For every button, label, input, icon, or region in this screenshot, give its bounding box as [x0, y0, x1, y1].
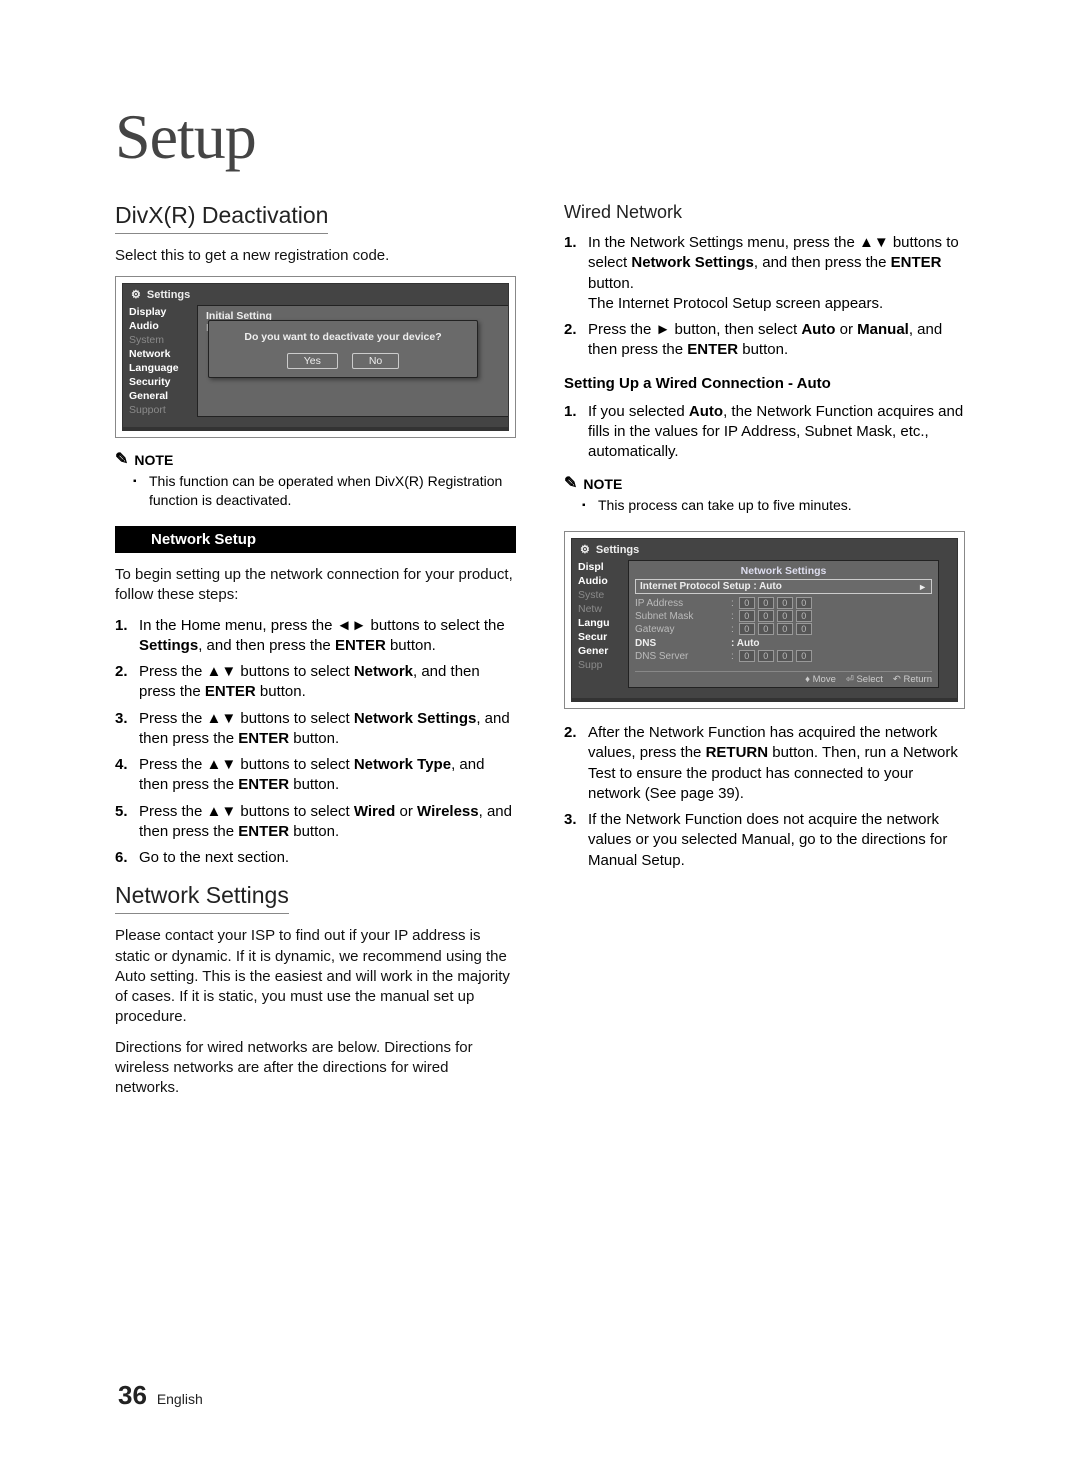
osd2-menu-general[interactable]: Gener [578, 644, 628, 658]
ns-intro: To begin setting up the network connecti… [115, 565, 516, 606]
left-column: DivX(R) Deactivation Select this to get … [115, 202, 516, 1108]
osd2-panel-title: Network Settings [635, 565, 932, 577]
step-item: 2.Press the ▲▼ buttons to select Network… [115, 662, 516, 703]
page-number: 36 [118, 1380, 147, 1410]
osd1-dialog-question: Do you want to deactivate your device? [217, 331, 469, 343]
step-item: 1.In the Network Settings menu, press th… [564, 233, 965, 314]
ip-octet-box[interactable]: 0 [739, 623, 755, 635]
osd1-dialog: Do you want to deactivate your device? Y… [208, 320, 478, 378]
osd2-menu-audio[interactable]: Audio [578, 574, 628, 588]
ip-octet-box[interactable]: 0 [796, 597, 812, 609]
section-network-setup: Network Setup [115, 526, 516, 553]
page-title: Setup [115, 100, 965, 174]
ip-octet-box[interactable]: 0 [758, 610, 774, 622]
osd2-menu-system[interactable]: Syste [578, 588, 628, 602]
osd2-menu-security[interactable]: Secur [578, 630, 628, 644]
page-footer: 36 English [118, 1380, 203, 1411]
osd-deactivate: ⚙ Settings Display Audio System Network … [115, 276, 516, 438]
step-item: 1.In the Home menu, press the ◄► buttons… [115, 616, 516, 657]
wired-steps-b: 2.After the Network Function has acquire… [564, 723, 965, 871]
wired-auto-step: 1.If you selected Auto, the Network Func… [564, 402, 965, 463]
gear-icon: ⚙ [580, 543, 590, 556]
osd2-menu: Displ Audio Syste Netw Langu Secur Gener… [572, 558, 628, 690]
ip-octet-box[interactable]: 0 [796, 623, 812, 635]
osd2-dns-val: : Auto [731, 638, 760, 649]
osd2-row: IP Address:0000 [635, 597, 932, 609]
osd2-foot-return: ↶ Return [893, 674, 932, 685]
osd2-panel: Network Settings Internet Protocol Setup… [628, 560, 939, 688]
osd2-dnsserver-label: DNS Server [635, 651, 731, 662]
ip-octet-box[interactable]: 0 [777, 597, 793, 609]
ip-octet-box[interactable]: 0 [758, 597, 774, 609]
note-2-item: This process can take up to five minutes… [598, 496, 965, 515]
wired-steps-a: 1.In the Network Settings menu, press th… [564, 233, 965, 361]
step-item: 3.Press the ▲▼ buttons to select Network… [115, 709, 516, 750]
osd2-title: Settings [596, 544, 639, 556]
gear-icon: ⚙ [131, 288, 141, 301]
step-item: 3.If the Network Function does not acqui… [564, 810, 965, 871]
osd1-menu-display[interactable]: Display [129, 305, 197, 319]
ns-p2: Directions for wired networks are below.… [115, 1038, 516, 1099]
step-item: 4.Press the ▲▼ buttons to select Network… [115, 755, 516, 796]
osd2-footer: ♦ Move ⏎ Select ↶ Return [635, 671, 932, 685]
step-item: 1.If you selected Auto, the Network Func… [564, 402, 965, 463]
osd2-dns-label: DNS [635, 638, 731, 649]
step-item: 2.After the Network Function has acquire… [564, 723, 965, 804]
osd1-menu-support[interactable]: Support [129, 403, 197, 417]
heading-wired: Wired Network [564, 202, 965, 223]
ip-octet-box[interactable]: 0 [758, 623, 774, 635]
note-2: ✎ NOTE This process can take up to five … [564, 476, 965, 515]
osd1-menu-network[interactable]: Network [129, 347, 197, 361]
osd2-foot-select: ⏎ Select [846, 674, 883, 685]
step-item: 2.Press the ► button, then select Auto o… [564, 320, 965, 361]
osd2-menu-support[interactable]: Supp [578, 658, 628, 672]
osd1-menu-language[interactable]: Language [129, 361, 197, 375]
osd2-ips-label: Internet Protocol Setup : Auto [640, 581, 782, 592]
heading-network-settings: Network Settings [115, 882, 289, 914]
osd2-dnsserver-boxes: : 0 0 0 0 [731, 650, 812, 662]
osd2-foot-move: ♦ Move [805, 674, 836, 685]
osd1-no-button[interactable]: No [352, 353, 399, 369]
ns-p1: Please contact your ISP to find out if y… [115, 926, 516, 1027]
osd2-row: Subnet Mask:0000 [635, 610, 932, 622]
osd1-menu-system[interactable]: System [129, 333, 197, 347]
right-column: Wired Network 1.In the Network Settings … [564, 202, 965, 1108]
network-setup-steps: 1.In the Home menu, press the ◄► buttons… [115, 616, 516, 869]
osd1-yes-button[interactable]: Yes [287, 353, 338, 369]
osd1-title: Settings [147, 289, 190, 301]
step-item: 5.Press the ▲▼ buttons to select Wired o… [115, 802, 516, 843]
ip-octet-box[interactable]: 0 [739, 610, 755, 622]
ip-octet-box[interactable]: 0 [777, 610, 793, 622]
note-label: NOTE [134, 452, 173, 468]
osd1-menu-security[interactable]: Security [129, 375, 197, 389]
osd2-row: Gateway:0000 [635, 623, 932, 635]
note-1: ✎ NOTE This function can be operated whe… [115, 452, 516, 510]
osd2-menu-network[interactable]: Netw [578, 602, 628, 616]
osd1-menu-audio[interactable]: Audio [129, 319, 197, 333]
heading-wired-auto: Setting Up a Wired Connection - Auto [564, 375, 965, 392]
ip-octet-box[interactable]: 0 [796, 610, 812, 622]
osd1-menu-general[interactable]: General [129, 389, 197, 403]
note-icon: ✎ [564, 476, 577, 492]
note-icon: ✎ [115, 452, 128, 468]
divx-desc: Select this to get a new registration co… [115, 246, 516, 266]
osd2-menu-display[interactable]: Displ [578, 560, 628, 574]
osd-network-settings: ⚙ Settings Displ Audio Syste Netw Langu … [564, 531, 965, 709]
ip-octet-box[interactable]: 0 [739, 597, 755, 609]
note-1-item: This function can be operated when DivX(… [149, 472, 516, 510]
page-lang: English [157, 1391, 203, 1407]
osd2-menu-language[interactable]: Langu [578, 616, 628, 630]
heading-divx: DivX(R) Deactivation [115, 202, 328, 234]
ip-octet-box[interactable]: 0 [777, 623, 793, 635]
step-item: 6.Go to the next section. [115, 848, 516, 868]
note-label: NOTE [583, 476, 622, 492]
osd1-menu: Display Audio System Network Language Se… [123, 303, 197, 419]
chevron-right-icon: ► [918, 582, 927, 592]
osd2-ips-row[interactable]: Internet Protocol Setup : Auto ► [635, 579, 932, 594]
